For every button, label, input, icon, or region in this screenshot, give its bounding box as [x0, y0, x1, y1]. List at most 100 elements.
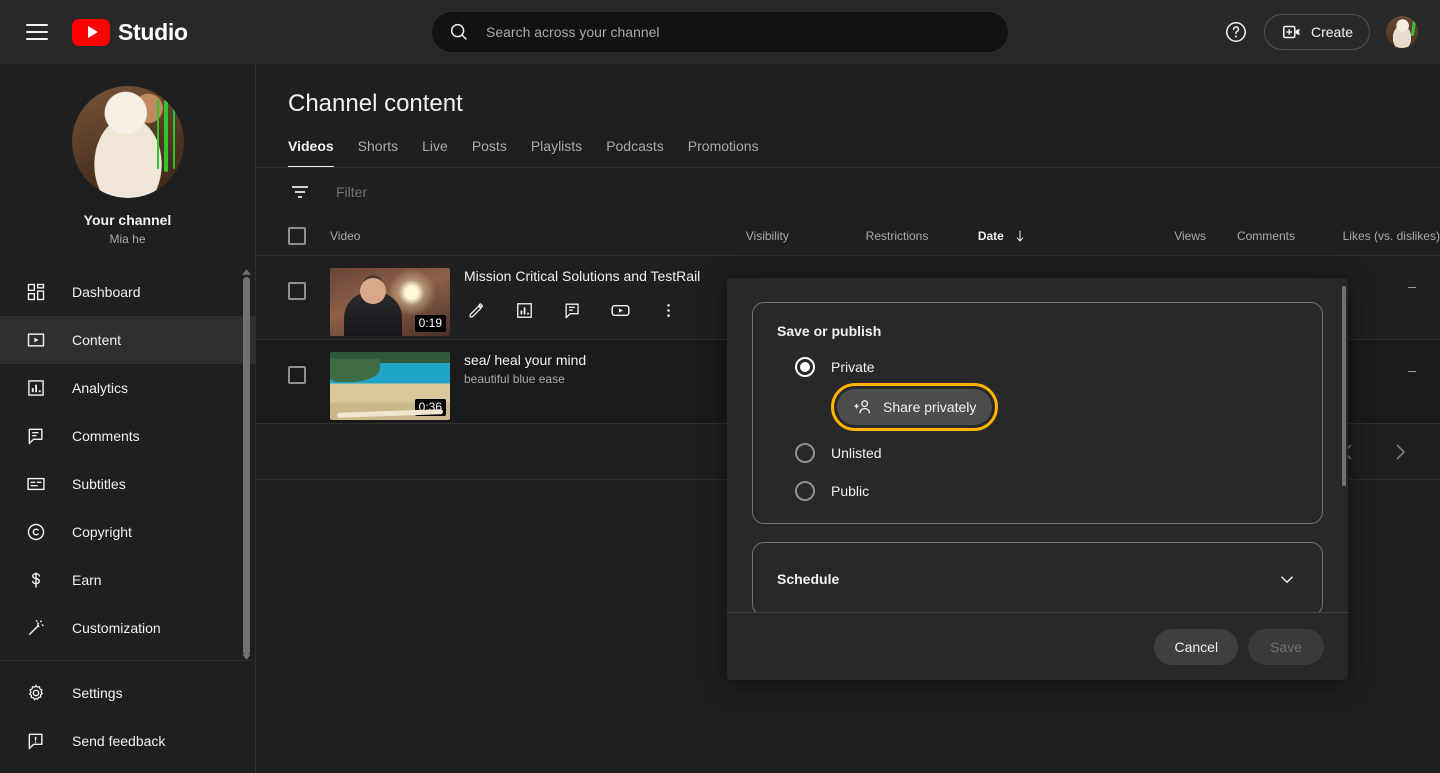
sidebar-item-content[interactable]: Content [0, 316, 255, 364]
radio-option-public[interactable]: Public [777, 481, 1298, 501]
tab-label: Playlists [530, 138, 583, 154]
edit-pencil-icon[interactable] [464, 298, 488, 322]
column-date-sort[interactable]: Date [978, 228, 1133, 244]
search-icon [450, 23, 467, 40]
video-thumbnail[interactable]: 0:19 [330, 268, 450, 336]
sidebar-item-customization[interactable]: Customization [0, 604, 255, 652]
column-restrictions: Restrictions [865, 228, 929, 243]
row-likes-value: – [1408, 362, 1416, 378]
sidebar-item-label: Subtitles [72, 476, 126, 492]
tab-shorts[interactable]: Shorts [346, 138, 410, 168]
dialog-scrollbar[interactable] [1342, 286, 1346, 486]
tab-playlists[interactable]: Playlists [519, 138, 594, 168]
share-privately-button[interactable]: Share privately [830, 383, 999, 431]
video-meta: sea/ heal your mind beautiful blue ease [464, 352, 750, 386]
filter-input[interactable] [336, 184, 716, 200]
tab-videos[interactable]: Videos [288, 138, 346, 168]
comments-icon [24, 424, 48, 448]
video-duration: 0:19 [414, 315, 446, 332]
dialog-body: Save or publish Private Share privately [727, 278, 1348, 612]
top-app-bar: Studio Create [0, 0, 1440, 64]
content-play-icon [24, 328, 48, 352]
studio-logo[interactable]: Studio [72, 18, 188, 46]
radio-button-icon[interactable] [795, 443, 815, 463]
radio-label: Public [831, 483, 870, 499]
chevron-down-icon[interactable] [1276, 568, 1298, 590]
sidebar-item-earn[interactable]: Earn [0, 556, 255, 604]
sidebar-item-label: Comments [72, 428, 140, 444]
sidebar-item-dashboard[interactable]: Dashboard [0, 268, 255, 316]
feedback-icon [24, 729, 48, 753]
sidebar-item-comments[interactable]: Comments [0, 412, 255, 460]
search-input[interactable] [486, 24, 992, 40]
schedule-section[interactable]: Schedule [752, 542, 1323, 612]
column-comments: Comments [1236, 228, 1295, 243]
youtube-play-icon[interactable] [608, 298, 632, 322]
earn-dollar-icon [24, 568, 48, 592]
video-thumbnail[interactable]: 0:36 [330, 352, 450, 420]
create-video-icon [1282, 25, 1300, 39]
help-circle-icon[interactable] [1224, 20, 1248, 44]
dashboard-icon [24, 280, 48, 304]
row-checkbox[interactable] [288, 282, 306, 300]
brand-text: Studio [118, 18, 188, 45]
video-title[interactable]: sea/ heal your mind [464, 352, 750, 368]
filter-icon[interactable] [288, 180, 312, 204]
top-bar-actions: Create [1224, 0, 1418, 64]
search-bar[interactable] [432, 12, 1008, 52]
save-button: Save [1248, 628, 1324, 665]
table-header: Video Visibility Restrictions Date Views… [256, 216, 1440, 256]
gear-icon [24, 681, 48, 705]
sidebar-item-settings[interactable]: Settings [0, 669, 255, 717]
sidebar-item-label: Copyright [72, 524, 132, 540]
hamburger-icon[interactable] [26, 20, 50, 44]
tab-label: Promotions [687, 138, 759, 154]
row-checkbox[interactable] [288, 366, 306, 384]
youtube-logo-icon [72, 18, 110, 46]
video-title[interactable]: Mission Critical Solutions and TestRail [464, 268, 750, 284]
cancel-button[interactable]: Cancel [1154, 628, 1239, 665]
sidebar-item-copyright[interactable]: Copyright [0, 508, 255, 556]
radio-option-unlisted[interactable]: Unlisted [777, 443, 1298, 463]
tab-label: Posts [471, 138, 507, 154]
channel-name: Mia he [109, 232, 146, 246]
tab-podcasts[interactable]: Podcasts [594, 138, 676, 168]
video-meta: Mission Critical Solutions and TestRail [464, 268, 750, 322]
video-duration: 0:36 [414, 399, 446, 416]
video-description: beautiful blue ease [464, 372, 565, 386]
tab-promotions[interactable]: Promotions [676, 138, 771, 168]
sidebar-item-label: Settings [72, 685, 123, 701]
more-options-icon[interactable] [656, 298, 680, 322]
avatar[interactable] [1386, 16, 1418, 48]
create-button[interactable]: Create [1263, 14, 1370, 50]
sidebar-item-analytics[interactable]: Analytics [0, 364, 255, 412]
sidebar-item-label: Content [72, 332, 122, 348]
column-video: Video [330, 228, 361, 243]
sidebar-item-send-feedback[interactable]: Send feedback [0, 717, 255, 765]
chevron-right-icon[interactable] [1388, 440, 1412, 464]
column-visibility: Visibility [745, 228, 789, 243]
radio-button-selected-icon[interactable] [795, 357, 815, 377]
column-date-label: Date [977, 228, 1004, 243]
sort-descending-arrow-icon [1016, 230, 1024, 242]
comments-icon[interactable] [560, 298, 584, 322]
radio-label: Unlisted [831, 445, 882, 461]
select-all-checkbox[interactable] [288, 226, 306, 245]
sidebar: Your channel Mia he Dashboard Content An… [0, 64, 256, 773]
sidebar-scrollbar[interactable] [243, 277, 250, 655]
radio-option-private[interactable]: Private [777, 357, 1298, 377]
tab-label: Podcasts [606, 138, 664, 154]
analytics-bar-icon[interactable] [512, 298, 536, 322]
sidebar-scroll-down-arrow[interactable] [242, 654, 251, 660]
sidebar-item-label: Analytics [72, 380, 129, 396]
share-privately-wrap: Share privately [777, 383, 1298, 431]
channel-avatar[interactable] [71, 86, 184, 198]
sidebar-item-subtitles[interactable]: Subtitles [0, 460, 255, 508]
channel-title: Your channel [83, 212, 172, 228]
tab-posts[interactable]: Posts [460, 138, 519, 168]
analytics-bar-icon [24, 376, 48, 400]
sidebar-scroll-up-arrow[interactable] [242, 269, 251, 275]
tab-live[interactable]: Live [410, 138, 460, 168]
sidebar-item-label: Dashboard [72, 284, 141, 300]
radio-button-icon[interactable] [795, 481, 815, 501]
